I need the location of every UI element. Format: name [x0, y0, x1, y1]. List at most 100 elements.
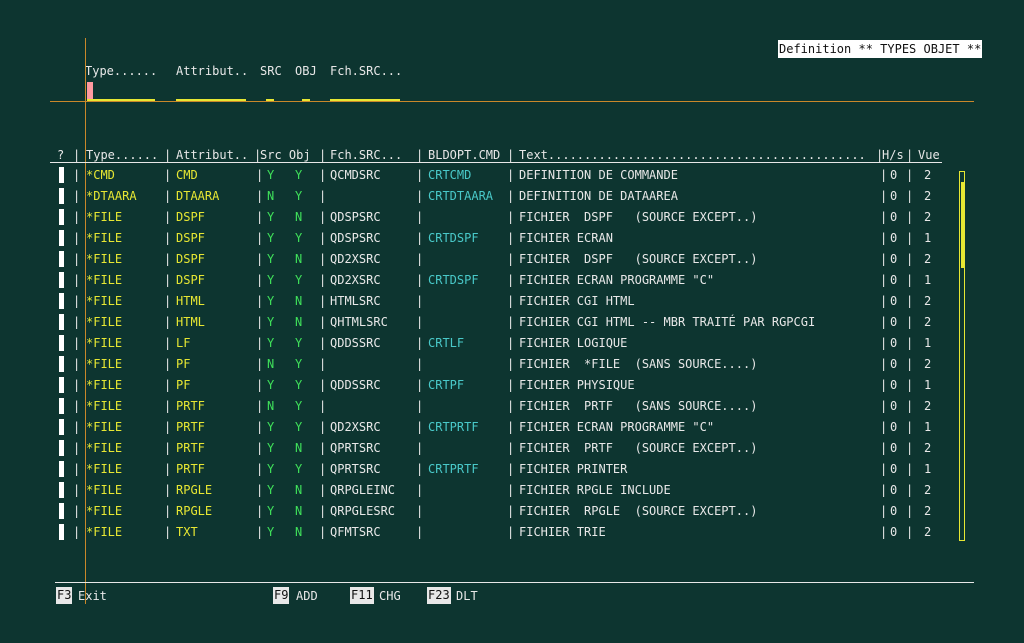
column-separator: |: [880, 252, 888, 266]
column-separator: |: [906, 357, 914, 371]
scrollbar-thumb[interactable]: [961, 182, 964, 268]
column-separator: |: [164, 420, 172, 434]
column-separator: |: [319, 210, 327, 224]
column-separator: |: [319, 294, 327, 308]
cell-src: N: [267, 189, 275, 203]
row-select-input[interactable]: [59, 440, 64, 456]
row-select-input[interactable]: [59, 398, 64, 414]
cell-vue: 2: [924, 441, 932, 455]
row-select-input[interactable]: [59, 272, 64, 288]
cell-vue: 2: [924, 210, 932, 224]
cell-type: *FILE: [86, 336, 123, 350]
row-select-input[interactable]: [59, 251, 64, 267]
row-select-input[interactable]: [59, 419, 64, 435]
col-bldopt: BLDOPT.CMD: [428, 148, 501, 162]
column-separator: |: [164, 357, 172, 371]
cell-bldopt: CRTDSPF: [428, 273, 479, 287]
column-separator: |: [73, 420, 81, 434]
cell-text: FICHIER *FILE (SANS SOURCE....): [519, 357, 758, 371]
row-select-input[interactable]: [59, 314, 64, 330]
cell-obj: Y: [295, 231, 303, 245]
column-separator: |: [906, 525, 914, 539]
cell-type: *FILE: [86, 357, 123, 371]
cell-attribut: RPGLE: [176, 483, 213, 497]
column-separator: |: [416, 252, 424, 266]
cell-hs: 0: [890, 378, 898, 392]
column-separator: |: [256, 483, 264, 497]
cell-fchsrc: QD2XSRC: [330, 420, 381, 434]
row-select-input[interactable]: [59, 335, 64, 351]
cell-type: *FILE: [86, 441, 123, 455]
cell-obj: Y: [295, 357, 303, 371]
column-separator: |: [256, 210, 264, 224]
column-separator: |: [319, 315, 327, 329]
column-separator: |: [164, 168, 172, 182]
row-select-input[interactable]: [59, 482, 64, 498]
f11-key[interactable]: F11: [350, 587, 374, 604]
column-separator: |: [73, 399, 81, 413]
column-separator: |: [319, 525, 327, 539]
cell-type: *FILE: [86, 294, 123, 308]
column-separator: |: [164, 315, 172, 329]
row-select-input[interactable]: [59, 356, 64, 372]
column-separator: |: [880, 315, 888, 329]
column-separator: |: [507, 189, 515, 203]
f3-key[interactable]: F3: [56, 587, 73, 604]
f9-label: ADD: [296, 589, 318, 603]
cell-src: Y: [267, 441, 275, 455]
column-separator: |: [319, 399, 327, 413]
f9-key[interactable]: F9: [273, 587, 290, 604]
cell-obj: N: [295, 294, 303, 308]
cell-attribut: PRTF: [176, 441, 205, 455]
row-select-input[interactable]: [59, 503, 64, 519]
column-separator: |: [319, 483, 327, 497]
cell-attribut: DSPF: [176, 210, 205, 224]
row-select-input[interactable]: [59, 461, 64, 477]
cell-vue: 2: [924, 504, 932, 518]
cell-hs: 0: [890, 252, 898, 266]
cell-vue: 2: [924, 399, 932, 413]
cell-text: FICHIER PRINTER: [519, 462, 628, 476]
column-separator: |: [164, 378, 172, 392]
row-select-input[interactable]: [59, 377, 64, 393]
row-select-input[interactable]: [59, 524, 64, 540]
cell-text: FICHIER DSPF (SOURCE EXCEPT..): [519, 210, 758, 224]
column-separator: |: [507, 525, 515, 539]
row-select-input[interactable]: [59, 188, 64, 204]
cell-obj: Y: [295, 420, 303, 434]
cell-src: Y: [267, 483, 275, 497]
row-select-input[interactable]: [59, 293, 64, 309]
cell-text: FICHIER ECRAN: [519, 231, 613, 245]
cell-src: Y: [267, 294, 275, 308]
row-select-input[interactable]: [59, 230, 64, 246]
cell-type: *FILE: [86, 252, 123, 266]
cell-src: Y: [267, 315, 275, 329]
column-separator: |: [906, 168, 914, 182]
cell-vue: 1: [924, 378, 932, 392]
cell-hs: 0: [890, 336, 898, 350]
cell-attribut: PRTF: [176, 462, 205, 476]
cell-obj: Y: [295, 336, 303, 350]
f23-key[interactable]: F23: [427, 587, 451, 604]
cell-attribut: PRTF: [176, 399, 205, 413]
column-separator: |: [416, 399, 424, 413]
cell-obj: N: [295, 441, 303, 455]
cell-attribut: PRTF: [176, 420, 205, 434]
column-separator: |: [73, 462, 81, 476]
column-separator: |: [319, 273, 327, 287]
cell-attribut: DSPF: [176, 252, 205, 266]
cell-text: FICHIER CGI HTML: [519, 294, 635, 308]
column-separator: |: [880, 189, 888, 203]
column-separator: |: [416, 294, 424, 308]
column-separator: |: [319, 189, 327, 203]
column-separator: |: [256, 294, 264, 308]
cell-bldopt: CRTPRTF: [428, 462, 479, 476]
column-separator: |: [256, 231, 264, 245]
column-separator: |: [906, 231, 914, 245]
column-separator: |: [73, 231, 81, 245]
cell-attribut: LF: [176, 336, 191, 350]
row-select-input[interactable]: [59, 167, 64, 183]
row-select-input[interactable]: [59, 209, 64, 225]
cell-src: Y: [267, 210, 275, 224]
cell-obj: N: [295, 210, 303, 224]
